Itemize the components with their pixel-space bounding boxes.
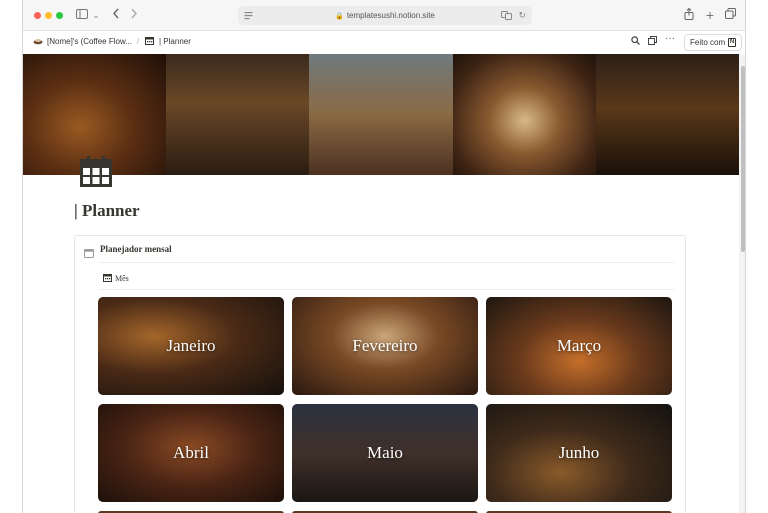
card-label: Março — [556, 336, 602, 355]
cover-rainy-street — [166, 54, 310, 175]
calendar-icon — [103, 273, 112, 284]
forward-icon[interactable] — [128, 8, 140, 23]
cover-espresso-machine — [309, 54, 453, 175]
more-options-icon[interactable]: ··· — [665, 33, 675, 44]
notion-topbar: [Nome]'s (Coffee Flow... / | Planner ···… — [23, 31, 745, 54]
gallery-card-fevereiro[interactable]: Fevereiro — [292, 297, 478, 395]
gallery-card-marco[interactable]: Março — [486, 297, 672, 395]
lock-icon: 🔒 — [335, 13, 344, 20]
close-window-button[interactable] — [34, 12, 41, 19]
zoom-window-button[interactable] — [56, 12, 63, 19]
card-label: Fevereiro — [352, 336, 418, 355]
share-icon[interactable] — [683, 7, 695, 23]
notion-logo-icon: N — [728, 38, 736, 47]
url-text: templatesushi.notion.site — [346, 11, 435, 20]
duplicate-icon[interactable] — [648, 36, 657, 47]
page-title: | Planner — [74, 201, 140, 220]
divider — [99, 262, 675, 263]
view-tab-label: Mês — [115, 274, 129, 283]
cover-cafe-interior — [595, 54, 739, 175]
reload-icon[interactable]: ↻ — [518, 6, 526, 25]
gallery-card-maio[interactable]: Maio — [292, 404, 478, 502]
page-calendar-icon[interactable] — [80, 156, 112, 187]
gallery-card-junho[interactable]: Junho — [486, 404, 672, 502]
breadcrumb-parent[interactable]: [Nome]'s (Coffee Flow... — [47, 37, 132, 46]
breadcrumb-current[interactable]: | Planner — [159, 37, 191, 46]
address-bar[interactable]: 🔒 templatesushi.notion.site ↻ — [238, 6, 532, 25]
calendar-icon — [145, 36, 154, 47]
page-settings-icon[interactable] — [244, 6, 253, 27]
gallery-card-abril[interactable]: Abril — [98, 404, 284, 502]
new-tab-icon[interactable]: + — [704, 8, 716, 23]
view-tab-month[interactable]: Mês — [103, 273, 129, 284]
feito-com-label: Feito com — [690, 38, 726, 47]
calendar-icon — [84, 245, 94, 263]
search-icon[interactable] — [631, 36, 640, 47]
minimize-window-button[interactable] — [45, 12, 52, 19]
back-icon[interactable] — [110, 8, 122, 23]
card-label: Maio — [367, 443, 403, 462]
translate-icon[interactable] — [501, 6, 512, 27]
chevron-down-icon[interactable]: ⌄ — [92, 8, 100, 23]
page-cover-image — [23, 54, 739, 175]
browser-toolbar: ⌄ 🔒 templatesushi.notion.site ↻ + — [23, 0, 745, 31]
breadcrumb-separator: / — [137, 37, 140, 46]
card-label: Junho — [558, 443, 600, 462]
scrollbar-thumb[interactable] — [741, 66, 745, 252]
card-label: Abril — [173, 443, 209, 462]
made-with-notion-button[interactable]: Feito com N — [684, 34, 742, 51]
divider — [99, 289, 675, 290]
callout-title: Planejador mensal — [100, 244, 172, 254]
cover-latte-art — [452, 54, 596, 175]
sidebar-toggle-icon[interactable] — [75, 8, 89, 23]
card-label: Janeiro — [166, 336, 216, 355]
gallery-card-janeiro[interactable]: Janeiro — [98, 297, 284, 395]
browser-window: ⌄ 🔒 templatesushi.notion.site ↻ + [Nome]… — [22, 0, 746, 513]
tab-overview-icon[interactable] — [724, 8, 736, 23]
coffee-page-icon — [33, 36, 43, 47]
